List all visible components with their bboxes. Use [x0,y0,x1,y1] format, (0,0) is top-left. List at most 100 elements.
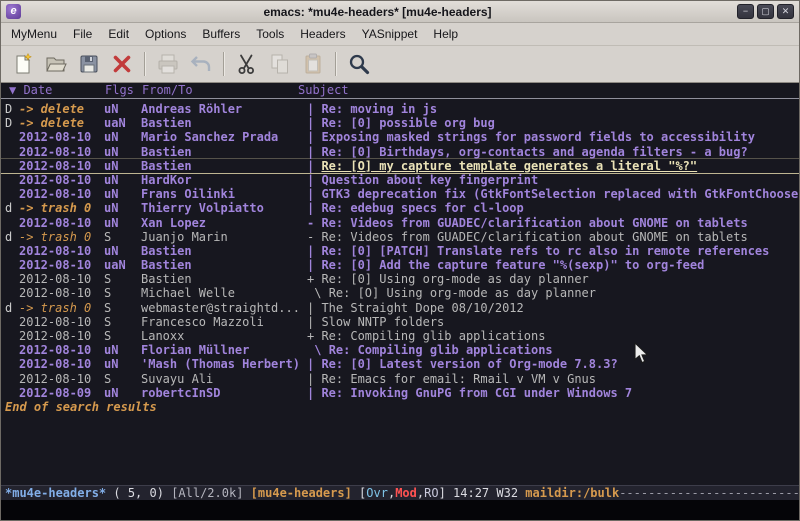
maximize-button[interactable]: ▢ [757,4,774,19]
from-cell: Mario Sanchez Prada [141,130,307,144]
message-row[interactable]: D-> deleteuaNBastien| Re: [0] possible o… [1,116,799,130]
flags-cell: uN [104,244,141,258]
message-row[interactable]: 2012-08-10SMichael Welle \ Re: [O] Using… [1,286,799,300]
open-folder-icon [44,52,68,76]
print-button [151,49,184,80]
flags-cell: uN [104,216,141,230]
message-row[interactable]: 2012-08-10SFrancesco Mazzoli| Slow NNTP … [1,315,799,329]
message-row[interactable]: 2012-08-09uNrobertcInSD| Re: Invoking Gn… [1,386,799,400]
message-row[interactable]: 2012-08-10uNFlorian Müllner \ Re: Compil… [1,343,799,357]
menu-buffers[interactable]: Buffers [194,23,248,45]
subject-area: | Re: [0] [PATCH] Translate refs to rc a… [307,244,799,258]
modeline-maildir: maildir:/bulk [525,486,619,500]
flags-cell: S [104,315,141,329]
menu-edit[interactable]: Edit [100,23,137,45]
message-row[interactable]: 2012-08-10uNBastien| Re: [0] Birthdays, … [1,145,799,159]
copy-icon [268,52,292,76]
copy-button [263,49,296,80]
modeline-ro: RO [424,486,438,500]
new-file-button[interactable] [6,49,39,80]
menu-tools[interactable]: Tools [248,23,292,45]
buffer-area[interactable]: ▼ Date Flgs From/To Subject D-> deleteuN… [1,83,799,485]
subject-text: Re: [0] [PATCH] Translate refs to rc als… [321,244,769,258]
minimize-button[interactable]: − [737,4,754,19]
thread-separator: | [307,386,321,400]
mark-cell [5,315,19,329]
message-row[interactable]: 2012-08-10uNHardKor| Question about key … [1,173,799,187]
from-cell: 'Mash (Thomas Herbert) [141,357,307,371]
column-header-flags[interactable]: Flgs [105,83,134,98]
subject-text: Re: Invoking GnuPG from CGI under Window… [321,386,632,400]
message-row[interactable]: 2012-08-10uNFrans Oilinki| GTK3 deprecat… [1,187,799,201]
column-header-subject[interactable]: Subject [298,83,349,98]
kill-buffer-button[interactable] [105,49,138,80]
flags-cell: uaN [104,258,141,272]
menu-mymenu[interactable]: MyMenu [3,23,65,45]
subject-area: \ Re: Compiling glib applications [307,343,799,357]
menu-yasnippet[interactable]: YASnippet [354,23,426,45]
open-folder-button[interactable] [39,49,72,80]
message-row[interactable]: 2012-08-10uNBastien| Re: [0] [PATCH] Tra… [1,244,799,258]
menu-file[interactable]: File [65,23,100,45]
subject-text: Re: Compiling glib applications [321,329,545,343]
subject-text: Re: [O] my capture template generates a … [321,159,697,173]
kill-buffer-icon [110,52,134,76]
modeline-mode: [mu4e-headers] [251,486,359,500]
toolbar-separator [223,52,224,76]
cut-button[interactable] [230,49,263,80]
from-cell: Francesco Mazzoli [141,315,307,329]
message-row[interactable]: D-> deleteuNAndreas Röhler| Re: moving i… [1,102,799,116]
column-header-from[interactable]: From/To [142,83,193,98]
flags-cell: uN [104,201,141,215]
message-row[interactable]: d-> trash 0uNThierry Volpiatto| Re: edeb… [1,201,799,215]
subject-area: | The Straight Dope 08/10/2012 [307,301,799,315]
header-line: ▼ Date Flgs From/To Subject [1,83,799,99]
mark-cell [5,343,19,357]
menu-options[interactable]: Options [137,23,194,45]
message-row[interactable]: 2012-08-10uNBastien| Re: [O] my capture … [1,159,799,173]
date-cell: 2012-08-10 [19,159,104,173]
message-row[interactable]: 2012-08-10uaNBastien| Re: [0] Add the ca… [1,258,799,272]
close-button[interactable]: ✕ [777,4,794,19]
thread-separator: | [307,244,321,258]
subject-text: Slow NNTP folders [321,315,444,329]
menu-headers[interactable]: Headers [292,23,353,45]
message-row[interactable]: 2012-08-10SBastien+ Re: [0] Using org-mo… [1,272,799,286]
message-row[interactable]: d-> trash 0SJuanjo Marin- Re: Videos fro… [1,230,799,244]
paste-button [296,49,329,80]
column-header-date[interactable]: ▼ Date [9,83,52,98]
subject-area: - Re: Videos from GUADEC/clarification a… [307,230,799,244]
toolbar-separator [335,52,336,76]
message-row[interactable]: 2012-08-10uNMario Sanchez Prada| Exposin… [1,130,799,144]
date-cell: 2012-08-10 [19,286,104,300]
thread-separator: | [307,315,321,329]
search-button[interactable] [342,49,375,80]
subject-text: Re: Videos from GUADEC/clarification abo… [321,216,747,230]
thread-separator: - [307,216,321,230]
date-cell: 2012-08-10 [19,244,104,258]
subject-area: | Re: [O] my capture template generates … [307,159,799,173]
message-row[interactable]: 2012-08-10SLanoxx+ Re: Compiling glib ap… [1,329,799,343]
thread-separator: | [307,116,321,130]
from-cell: Bastien [141,145,307,159]
title-bar[interactable]: e emacs: *mu4e-headers* [mu4e-headers] −… [1,1,799,23]
mode-line: *mu4e-headers* ( 5, 0) [All/2.0k] [mu4e-… [1,485,799,500]
modeline-dim: [All/2.0k] [171,486,250,500]
subject-text: Re: moving in js [321,102,437,116]
menu-help[interactable]: Help [425,23,466,45]
message-row[interactable]: 2012-08-10SSuvayu Ali| Re: Emacs for ema… [1,372,799,386]
subject-text: Re: edebug specs for cl-loop [321,201,523,215]
date-cell: 2012-08-10 [19,372,104,386]
from-cell: HardKor [141,173,307,187]
subject-area: | Re: [0] Latest version of Org-mode 7.8… [307,357,799,371]
message-row[interactable]: d-> trash 0Swebmaster@straightd...| The … [1,301,799,315]
mark-cell [5,372,19,386]
message-row[interactable]: 2012-08-10uN'Mash (Thomas Herbert)| Re: … [1,357,799,371]
mark-cell [5,173,19,187]
modeline-dashes: ------------------------- [619,486,799,500]
thread-separator: | [307,201,321,215]
modeline-plain: ( 5, 0) [106,486,171,500]
save-button[interactable] [72,49,105,80]
emacs-window: e emacs: *mu4e-headers* [mu4e-headers] −… [0,0,800,521]
message-row[interactable]: 2012-08-10uNXan Lopez- Re: Videos from G… [1,216,799,230]
